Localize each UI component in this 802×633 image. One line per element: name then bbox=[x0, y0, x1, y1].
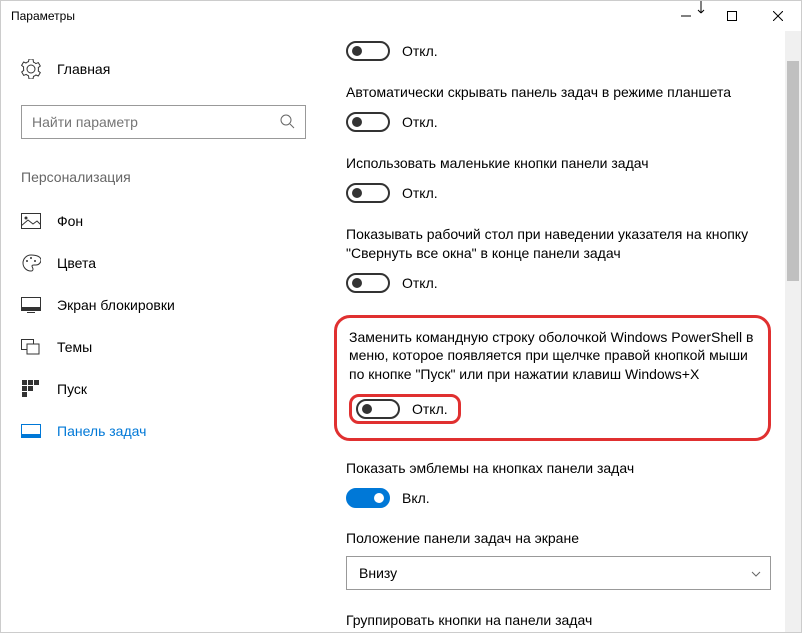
toggle-switch[interactable] bbox=[356, 399, 400, 419]
setting-row: Откл. bbox=[346, 41, 771, 61]
lockscreen-icon bbox=[21, 295, 41, 315]
position-dropdown[interactable]: Внизу bbox=[346, 556, 771, 590]
setting-peek-desktop: Показывать рабочий стол при наведении ук… bbox=[346, 225, 771, 293]
toggle-switch[interactable] bbox=[346, 273, 390, 293]
setting-label: Показать эмблемы на кнопках панели задач bbox=[346, 459, 771, 478]
toggle-state: Откл. bbox=[402, 185, 438, 201]
scrollbar[interactable] bbox=[785, 31, 801, 632]
start-icon bbox=[21, 379, 41, 399]
nav-lockscreen[interactable]: Экран блокировки bbox=[21, 285, 306, 325]
nav-label: Экран блокировки bbox=[57, 297, 175, 313]
nav-taskbar[interactable]: Панель задач bbox=[21, 411, 306, 451]
toggle-switch[interactable] bbox=[346, 183, 390, 203]
maximize-button[interactable] bbox=[709, 1, 755, 31]
toggle-state: Откл. bbox=[402, 43, 438, 59]
nav-start[interactable]: Пуск bbox=[21, 369, 306, 409]
scroll-thumb[interactable] bbox=[787, 61, 799, 281]
nav-themes[interactable]: Темы bbox=[21, 327, 306, 367]
category-label: Персонализация bbox=[21, 169, 306, 185]
window-title: Параметры bbox=[11, 9, 75, 23]
setting-grouping: Группировать кнопки на панели задач bbox=[346, 612, 771, 628]
toggle-state: Вкл. bbox=[402, 490, 430, 506]
nav-label: Фон bbox=[57, 213, 83, 229]
taskbar-icon bbox=[21, 421, 41, 441]
toggle-state: Откл. bbox=[402, 275, 438, 291]
image-icon bbox=[21, 211, 41, 231]
search-icon bbox=[279, 113, 295, 132]
setting-badges: Показать эмблемы на кнопках панели задач… bbox=[346, 459, 771, 508]
main-content: Откл. Автоматически скрывать панель зада… bbox=[326, 31, 801, 632]
titlebar: Параметры bbox=[1, 1, 801, 31]
toggle-state: Откл. bbox=[412, 401, 448, 417]
nav-label: Цвета bbox=[57, 255, 96, 271]
nav-label: Панель задач bbox=[57, 423, 146, 439]
home-nav[interactable]: Главная bbox=[21, 51, 306, 87]
themes-icon bbox=[21, 337, 41, 357]
setting-label: Заменить командную строку оболочкой Wind… bbox=[349, 328, 756, 385]
nav-label: Темы bbox=[57, 339, 92, 355]
home-label: Главная bbox=[57, 61, 110, 77]
nav-background[interactable]: Фон bbox=[21, 201, 306, 241]
setting-small-buttons: Использовать маленькие кнопки панели зад… bbox=[346, 154, 771, 203]
nav-label: Пуск bbox=[57, 381, 87, 397]
setting-autohide-tablet: Автоматически скрывать панель задач в ре… bbox=[346, 83, 771, 132]
toggle-switch[interactable] bbox=[346, 488, 390, 508]
palette-icon bbox=[21, 253, 41, 273]
setting-label: Показывать рабочий стол при наведении ук… bbox=[346, 225, 771, 263]
setting-label: Положение панели задач на экране bbox=[346, 530, 771, 546]
close-button[interactable] bbox=[755, 1, 801, 31]
gear-icon bbox=[21, 59, 41, 79]
minimize-button[interactable] bbox=[663, 1, 709, 31]
dropdown-value: Внизу bbox=[359, 565, 397, 581]
setting-taskbar-position: Положение панели задач на экране Внизу bbox=[346, 530, 771, 590]
highlighted-setting: Заменить командную строку оболочкой Wind… bbox=[334, 315, 771, 442]
toggle-switch[interactable] bbox=[346, 41, 390, 61]
chevron-down-icon bbox=[750, 567, 762, 583]
toggle-switch[interactable] bbox=[346, 112, 390, 132]
search-input[interactable] bbox=[32, 114, 279, 130]
search-box[interactable] bbox=[21, 105, 306, 139]
toggle-state: Откл. bbox=[402, 114, 438, 130]
setting-label: Использовать маленькие кнопки панели зад… bbox=[346, 154, 771, 173]
sidebar: Главная Персонализация Фон Цвета Э bbox=[1, 31, 326, 632]
setting-label: Автоматически скрывать панель задач в ре… bbox=[346, 83, 771, 102]
setting-label: Группировать кнопки на панели задач bbox=[346, 612, 771, 628]
nav-colors[interactable]: Цвета bbox=[21, 243, 306, 283]
